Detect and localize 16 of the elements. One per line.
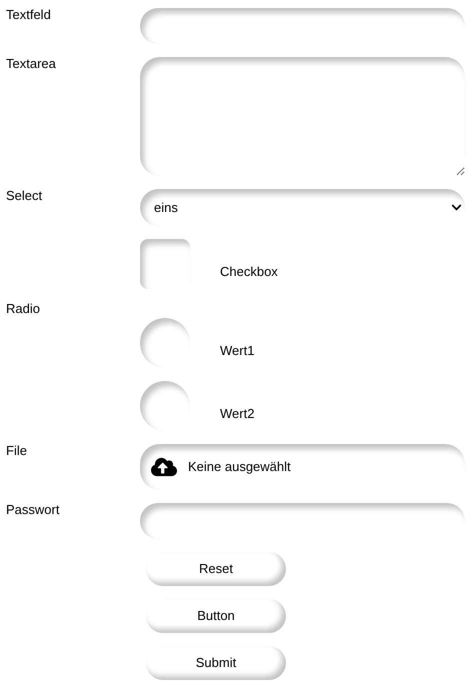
file-field[interactable]: Keine ausgewählt xyxy=(140,444,465,490)
form-button[interactable]: Submit xyxy=(146,646,286,680)
cloud-upload-icon xyxy=(151,456,177,478)
checkbox-label: Checkbox xyxy=(220,265,278,279)
field-label: Select xyxy=(6,189,44,203)
radio-label: Wert2 xyxy=(220,407,254,421)
field-label: Radio xyxy=(6,302,41,316)
form-button[interactable]: Reset xyxy=(146,552,286,586)
field-label: Textfeld xyxy=(6,8,52,22)
field-label: File xyxy=(6,444,28,458)
select-field[interactable]: eins xyxy=(140,189,465,226)
form-button[interactable]: Button xyxy=(146,599,286,633)
chevron-down-icon xyxy=(451,202,462,213)
field-label: Passwort xyxy=(6,503,60,517)
radio-label: Wert1 xyxy=(220,344,254,358)
field-label: Textarea xyxy=(6,57,57,71)
